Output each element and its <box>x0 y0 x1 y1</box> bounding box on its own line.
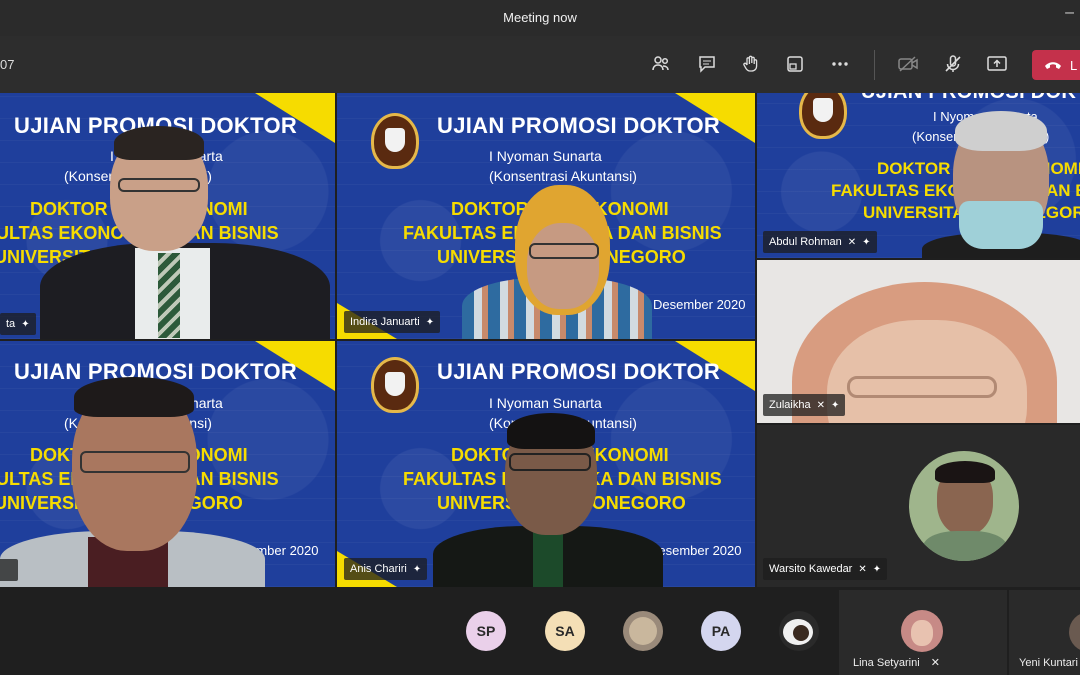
participant-avatar <box>901 610 943 652</box>
participant-avatar-pa[interactable]: PA <box>701 611 741 651</box>
leave-label: L <box>1070 57 1078 73</box>
share-screen-icon[interactable] <box>983 50 1011 78</box>
participant-avatar-photo[interactable] <box>623 611 663 651</box>
participant-avatar <box>909 451 1019 561</box>
raise-hand-icon[interactable] <box>737 50 765 78</box>
video-tile-2[interactable]: UJIAN PROMOSI DOKTOR I Nyoman Sunarta (K… <box>337 93 755 339</box>
participant-video-small[interactable]: Lina Setyarini ✕ <box>839 590 1007 675</box>
pin-icon: ✦ <box>425 316 435 328</box>
participant-name: Lina Setyarini <box>853 657 920 669</box>
participant-avatar <box>1069 612 1080 652</box>
video-tile-1[interactable]: UJIAN PROMOSI DOKTOR I Nyoman Sunarta (K… <box>0 93 335 339</box>
meeting-toolbar: 07 L <box>0 36 1080 93</box>
participant-name: Indira Januarti <box>350 316 420 328</box>
share-tray-icon[interactable] <box>781 50 809 78</box>
title-bar: Meeting now – <box>0 0 1080 36</box>
video-tile-7[interactable]: Warsito Kawedar ✕ ✦ <box>757 425 1080 587</box>
slide-date: Desember 2020 <box>653 297 746 312</box>
slide-title: UJIAN PROMOSI DOKTOR <box>437 359 721 384</box>
phone-hangup-icon <box>1045 62 1061 69</box>
pin-icon: ✦ <box>412 563 422 575</box>
slide-title: UJIAN PROMOSI DOKTOR <box>437 113 721 138</box>
meeting-timer: 07 <box>0 57 15 72</box>
mic-off-icon[interactable] <box>939 50 967 78</box>
leave-button[interactable]: L <box>1032 50 1080 80</box>
pin-icon: ✦ <box>830 399 840 411</box>
participant-name: Abdul Rohman <box>769 236 842 248</box>
mic-off-icon: ✕ <box>858 563 867 575</box>
minimize-icon[interactable]: – <box>1065 4 1074 22</box>
university-logo <box>371 357 419 413</box>
pin-icon: ✦ <box>872 563 882 575</box>
participant-name-chip: ta ✦ <box>0 313 36 335</box>
participant-name-chip: Lina Setyarini ✕ <box>853 656 940 669</box>
participant-name: Anis Chariri <box>350 563 407 575</box>
participant-name: Yeni Kuntari <box>1019 657 1078 669</box>
video-tile-6[interactable]: UJIAN PROMOSI DOKTOR I Nyoman Sunarta (K… <box>337 341 755 587</box>
participant-name: Zulaikha <box>769 399 811 411</box>
avatar-initials: SP <box>476 623 496 639</box>
university-logo <box>371 113 419 169</box>
slide-title: UJIAN PROMOSI DOKTOR <box>861 93 1080 104</box>
participant-video-small[interactable]: Yeni Kuntari <box>1009 590 1080 675</box>
participant-name: Warsito Kawedar <box>769 563 853 575</box>
more-icon[interactable] <box>826 50 854 78</box>
slide-name: I Nyoman Sunarta <box>489 148 602 164</box>
slide-name: I Nyoman Sunarta <box>489 395 602 411</box>
people-icon[interactable] <box>647 50 675 78</box>
participant-name-chip: Warsito Kawedar ✕ ✦ <box>763 558 888 580</box>
camera-off-icon[interactable] <box>894 50 922 78</box>
participant-name-chip: Anis Chariri ✦ <box>344 558 428 580</box>
participant-avatar-sa[interactable]: SA <box>545 611 585 651</box>
avatar-initials: PA <box>711 623 731 639</box>
slide-concentration: (Konsentrasi Akuntansi) <box>489 168 637 184</box>
video-tile-3[interactable]: UJIAN PROMOSI DOKTOR I Nyoman Sunarta (K… <box>757 93 1080 258</box>
video-tile-4[interactable]: Zulaikha ✕ ✦ <box>757 260 1080 423</box>
participant-name-chip: Indira Januarti ✦ <box>344 311 441 333</box>
mic-off-icon: ✕ <box>930 657 940 669</box>
chat-icon[interactable] <box>693 50 721 78</box>
pin-icon: ✦ <box>862 236 871 248</box>
participant-name: ta <box>6 318 16 330</box>
mic-off-icon: ✕ <box>847 236 857 248</box>
participant-name-chip <box>0 559 18 581</box>
participant-avatar-sp[interactable]: SP <box>466 611 506 651</box>
participant-avatar-photo[interactable] <box>779 611 819 651</box>
avatar-initials: SA <box>555 623 575 639</box>
video-tile-5[interactable]: UJIAN PROMOSI DOKTOR I Nyoman Sunarta (K… <box>0 341 335 587</box>
participant-name-chip: Abdul Rohman ✕ ✦ <box>763 231 877 253</box>
toolbar-divider <box>874 50 875 80</box>
mic-off-icon: ✕ <box>816 399 825 411</box>
participant-name-chip: Zulaikha ✕ ✦ <box>763 394 846 416</box>
pin-icon: ✦ <box>21 318 30 330</box>
university-logo <box>799 93 847 139</box>
window-title: Meeting now <box>503 10 577 25</box>
